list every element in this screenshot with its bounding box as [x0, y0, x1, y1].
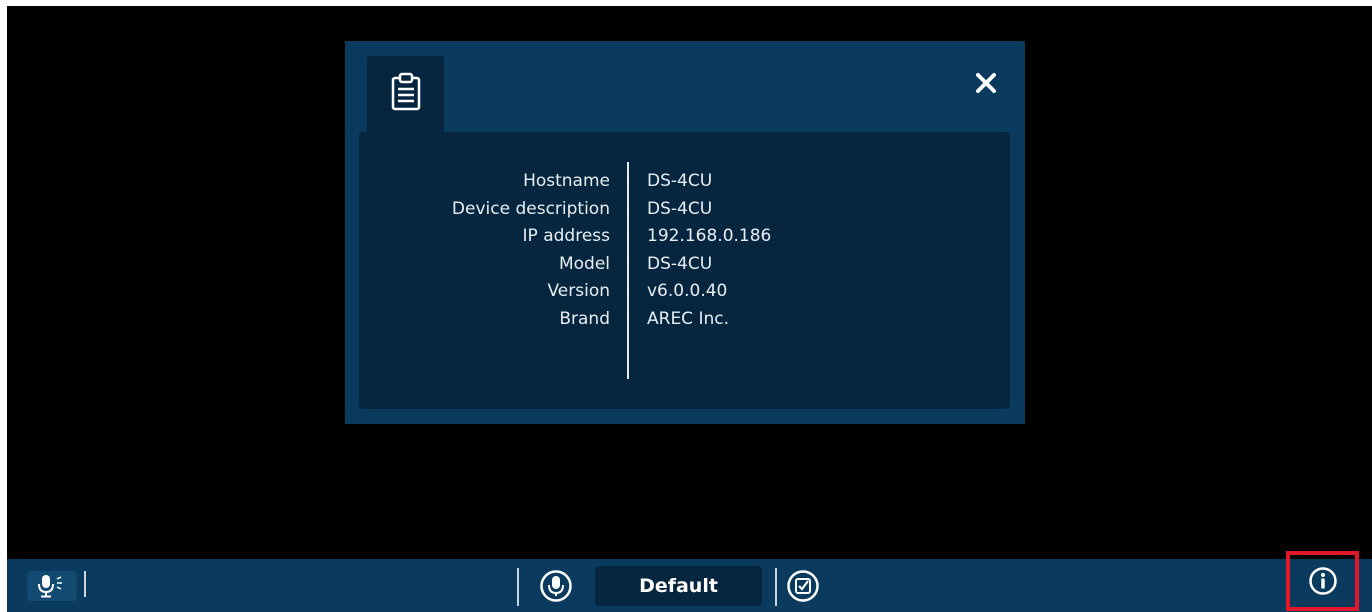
info-value-ip-address: 192.168.0.186 [647, 226, 772, 246]
close-icon [976, 73, 996, 93]
info-value-device-description: DS-4CU [647, 198, 713, 219]
mic-sound-icon [38, 575, 62, 598]
screen: Hostname Device description IP address M… [0, 0, 1372, 612]
info-value-hostname: DS-4CU [647, 171, 713, 191]
info-label-ip-address: IP address [522, 226, 610, 246]
device-info-panel: Hostname Device description IP address M… [359, 132, 1010, 409]
info-values: DS-4CU DS-4CU 192.168.0.186 DS-4CU v6.0.… [647, 168, 947, 333]
tab-device-info[interactable] [367, 56, 444, 134]
preset-selector[interactable]: Default [595, 566, 762, 606]
top-edge [0, 0, 1372, 6]
info-labels: Hostname Device description IP address M… [359, 168, 610, 333]
mic-sound-button[interactable] [27, 571, 77, 601]
checkbox-circle-icon [787, 570, 819, 602]
info-label-model: Model [558, 253, 610, 274]
info-circle-icon [1308, 567, 1337, 595]
info-value-version: v6.0.0.40 [647, 281, 728, 301]
toolbar-divider [84, 571, 86, 597]
clipboard-list-icon [389, 72, 423, 112]
info-label-version: Version [547, 281, 610, 301]
info-label-device-description: Device description [451, 198, 610, 219]
info-value-brand: AREC Inc. [647, 308, 729, 329]
device-info-dialog: Hostname Device description IP address M… [345, 41, 1025, 424]
toolbar-divider [517, 568, 519, 606]
info-divider [627, 162, 629, 379]
toolbar-divider [775, 568, 777, 606]
microphone-button[interactable] [539, 569, 573, 603]
info-label-brand: Brand [559, 308, 610, 329]
microphone-circle-icon [540, 570, 572, 602]
confirm-button[interactable] [786, 569, 820, 603]
info-label-hostname: Hostname [523, 171, 610, 191]
close-button[interactable] [966, 65, 1006, 101]
info-button[interactable] [1286, 551, 1359, 611]
bottom-toolbar: Default [7, 551, 1372, 612]
info-value-model: DS-4CU [647, 253, 713, 274]
left-edge [0, 0, 7, 612]
